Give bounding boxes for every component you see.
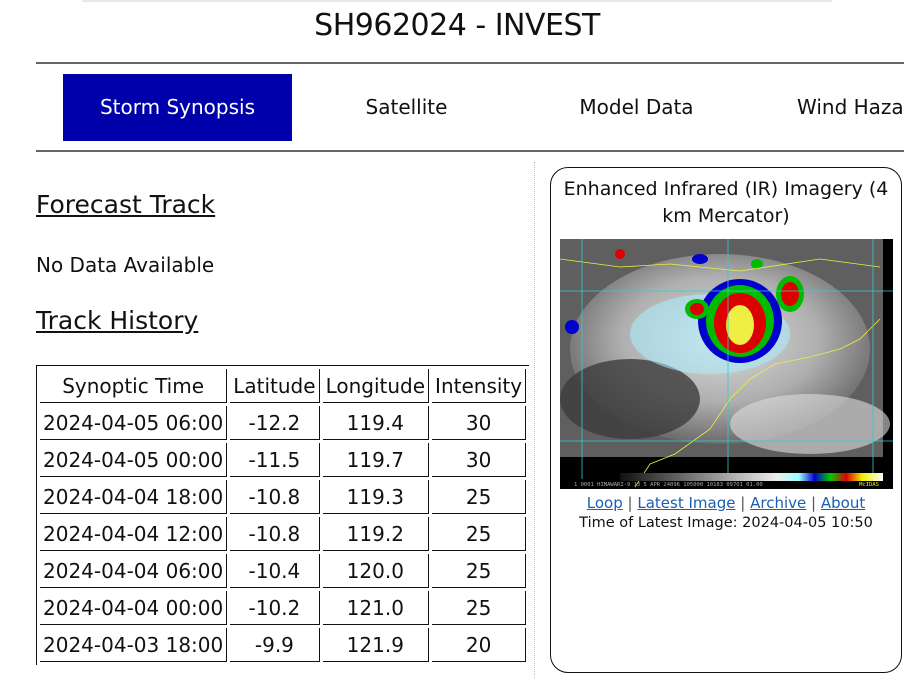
- cell-longitude: 119.4: [322, 406, 430, 440]
- cell-synoptic-time: 2024-04-04 06:00: [40, 554, 228, 588]
- tab-model-data[interactable]: Model Data: [522, 74, 751, 141]
- cell-latitude: -10.8: [230, 517, 320, 551]
- satellite-card: Enhanced Infrared (IR) Imagery (4 km Mer…: [550, 167, 902, 673]
- page-title: SH962024 - INVEST: [314, 8, 600, 43]
- cell-latitude: -9.9: [230, 628, 320, 662]
- cell-longitude: 119.7: [322, 443, 430, 477]
- ir-satellite-image[interactable]: 1 0001 HIMAWARI-9 13 5 APR 24096 105000 …: [560, 239, 893, 489]
- cell-intensity: 30: [432, 406, 527, 440]
- tab-wind-hazard[interactable]: Wind Haza: [751, 74, 904, 141]
- image-caption-brand: McIDAS: [859, 482, 879, 488]
- archive-link[interactable]: Archive: [750, 494, 806, 512]
- satellite-links: Loop | Latest Image | Archive | About: [551, 494, 901, 512]
- cell-intensity: 20: [432, 628, 527, 662]
- cell-latitude: -10.4: [230, 554, 320, 588]
- cell-latitude: -10.2: [230, 591, 320, 625]
- cell-intensity: 25: [432, 591, 527, 625]
- cell-synoptic-time: 2024-04-03 18:00: [40, 628, 228, 662]
- tab-bar: Storm Synopsis Satellite Model Data Wind…: [36, 64, 904, 150]
- table-row: 2024-04-04 18:00 -10.8 119.3 25: [40, 480, 527, 514]
- cell-longitude: 119.3: [322, 480, 430, 514]
- track-history-table: Synoptic Time Latitude Longitude Intensi…: [36, 365, 530, 665]
- col-longitude: Longitude: [322, 369, 430, 403]
- table-row: 2024-04-04 06:00 -10.4 120.0 25: [40, 554, 527, 588]
- cell-synoptic-time: 2024-04-04 18:00: [40, 480, 228, 514]
- cell-latitude: -11.5: [230, 443, 320, 477]
- table-row: 2024-04-04 12:00 -10.8 119.2 25: [40, 517, 527, 551]
- cell-synoptic-time: 2024-04-04 12:00: [40, 517, 228, 551]
- cell-intensity: 25: [432, 517, 527, 551]
- table-header-row: Synoptic Time Latitude Longitude Intensi…: [40, 369, 527, 403]
- col-synoptic-time: Synoptic Time: [40, 369, 228, 403]
- table-row: 2024-04-05 00:00 -11.5 119.7 30: [40, 443, 527, 477]
- latest-image-time: Time of Latest Image: 2024-04-05 10:50: [579, 515, 873, 531]
- nav-bottom-rule: [36, 150, 904, 152]
- image-caption-strip: 1 0001 HIMAWARI-9 13 5 APR 24096 105000 …: [574, 482, 763, 488]
- cell-longitude: 121.0: [322, 591, 430, 625]
- about-link[interactable]: About: [821, 494, 865, 512]
- link-separator: |: [811, 494, 817, 512]
- cell-intensity: 25: [432, 554, 527, 588]
- cell-synoptic-time: 2024-04-05 06:00: [40, 406, 228, 440]
- table-row: 2024-04-04 00:00 -10.2 121.0 25: [40, 591, 527, 625]
- cell-intensity: 25: [432, 480, 527, 514]
- tab-storm-synopsis[interactable]: Storm Synopsis: [63, 74, 292, 141]
- col-intensity: Intensity: [432, 369, 527, 403]
- cell-longitude: 121.9: [322, 628, 430, 662]
- forecast-track-heading: Forecast Track: [36, 190, 216, 219]
- cell-synoptic-time: 2024-04-05 00:00: [40, 443, 228, 477]
- forecast-status: No Data Available: [36, 253, 215, 277]
- tab-satellite[interactable]: Satellite: [292, 74, 521, 141]
- loop-link[interactable]: Loop: [587, 494, 623, 512]
- satellite-title: Enhanced Infrared (IR) Imagery (4 km Mer…: [563, 178, 889, 227]
- column-divider: [534, 162, 535, 678]
- cell-longitude: 120.0: [322, 554, 430, 588]
- cell-synoptic-time: 2024-04-04 00:00: [40, 591, 228, 625]
- track-history-heading: Track History: [36, 306, 199, 335]
- cell-intensity: 30: [432, 443, 527, 477]
- cell-latitude: -12.2: [230, 406, 320, 440]
- top-border: [82, 0, 832, 2]
- ir-image-graphic: [560, 239, 893, 489]
- link-separator: |: [740, 494, 746, 512]
- cell-latitude: -10.8: [230, 480, 320, 514]
- cell-longitude: 119.2: [322, 517, 430, 551]
- col-latitude: Latitude: [230, 369, 320, 403]
- latest-image-link[interactable]: Latest Image: [637, 494, 735, 512]
- table-row: 2024-04-05 06:00 -12.2 119.4 30: [40, 406, 527, 440]
- link-separator: |: [627, 494, 633, 512]
- table-row: 2024-04-03 18:00 -9.9 121.9 20: [40, 628, 527, 662]
